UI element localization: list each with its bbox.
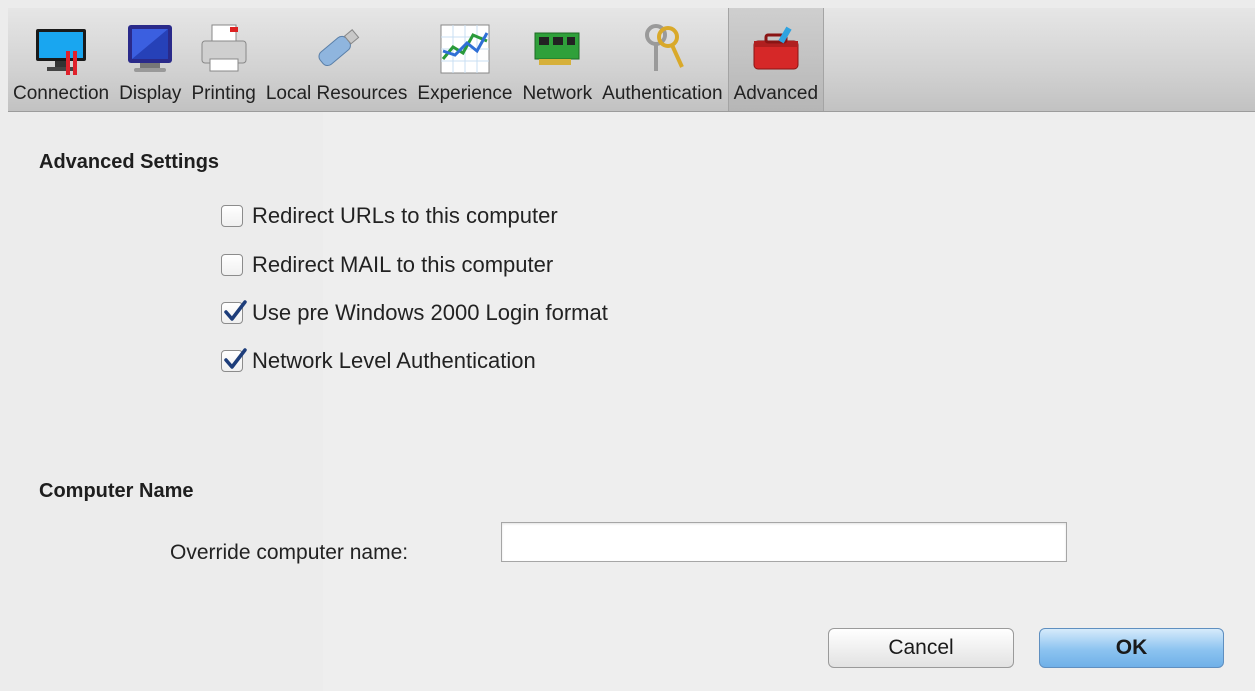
settings-toolbar: Connection Display Printing Local Resour… [8,8,1255,112]
tab-network[interactable]: Network [517,8,597,111]
connection-monitor-icon [36,29,87,75]
checkbox-label: Redirect MAIL to this computer [252,252,554,277]
tab-printing[interactable]: Printing [186,8,260,111]
checkbox-label: Use pre Windows 2000 Login format [252,300,608,325]
tab-advanced[interactable]: Advanced [727,8,825,111]
advanced-settings-window: Connection Display Printing Local Resour… [8,8,1255,691]
tab-label: Network [522,83,593,104]
usb-drive-icon [318,29,359,67]
checkbox-label: Redirect URLs to this computer [252,203,558,228]
tab-authentication[interactable]: Authentication [597,8,727,111]
tab-label: Experience [417,83,513,104]
checkmark-icon [224,348,247,369]
network-card-icon [534,32,580,65]
printer-icon [201,24,247,72]
tab-label: Printing [191,83,256,104]
tab-display[interactable]: Display [114,8,186,111]
checkbox-box[interactable] [221,254,243,276]
keys-icon [645,24,685,71]
tab-experience[interactable]: Experience [412,8,517,111]
ok-button[interactable]: OK [1039,628,1224,668]
advanced-settings-heading: Advanced Settings [39,151,220,173]
pre-windows-2000-login-checkbox[interactable]: Use pre Windows 2000 Login format [221,300,608,326]
checkbox-label: Network Level Authentication [252,348,536,373]
graph-chart-icon [440,24,490,74]
network-level-authentication-checkbox[interactable]: Network Level Authentication [221,348,536,374]
display-monitor-icon [128,25,173,72]
tab-label: Connection [13,83,110,104]
cancel-button[interactable]: Cancel [828,628,1014,668]
tab-label: Local Resources [265,83,408,104]
computer-name-heading: Computer Name [39,480,194,502]
redirect-mail-checkbox[interactable]: Redirect MAIL to this computer [221,252,553,278]
checkbox-box[interactable] [221,205,243,227]
tab-label: Display [119,83,182,104]
checkmark-icon [224,300,247,321]
tab-local-resources[interactable]: Local Resources [261,8,413,111]
checkbox-box[interactable] [221,300,247,324]
redirect-urls-checkbox[interactable]: Redirect URLs to this computer [221,203,558,229]
override-computer-name-input[interactable] [501,522,1067,562]
checkbox-box[interactable] [221,348,247,372]
override-computer-name-label: Override computer name: [170,541,409,564]
tab-label: Authentication [602,83,723,104]
background-overlay [323,112,1255,691]
toolbox-icon [753,26,799,70]
tab-connection[interactable]: Connection [8,8,114,111]
tab-label: Advanced [733,83,819,104]
